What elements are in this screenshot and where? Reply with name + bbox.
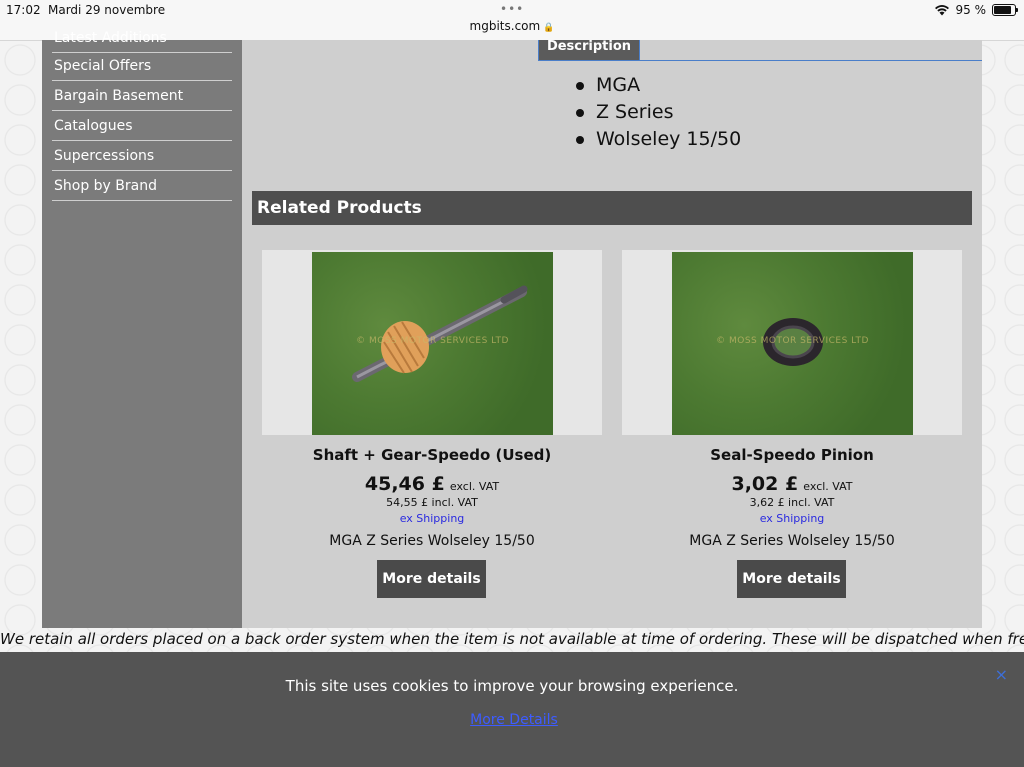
sidebar-item-special-offers[interactable]: Special Offers xyxy=(52,52,232,81)
cookie-more-details-link[interactable]: More Details xyxy=(0,712,1024,728)
product-models: MGA Z Series Wolseley 15/50 xyxy=(689,533,895,549)
price-incl-vat: 3,62 £ incl. VAT xyxy=(749,496,835,509)
product-price: 45,46 £ excl. VAT xyxy=(262,473,602,495)
product-photo: © MOSS MOTOR SERVICES LTD xyxy=(672,252,913,435)
battery-percent: 95 % xyxy=(955,3,987,17)
product-image-seal-pinion[interactable]: © MOSS MOTOR SERVICES LTD xyxy=(622,250,962,435)
product-photo: © MOSS MOTOR SERVICES LTD xyxy=(312,252,553,435)
price-value: 3,02 £ xyxy=(731,473,799,495)
product-price: 3,02 £ excl. VAT xyxy=(622,473,962,495)
product-title[interactable]: Shaft + Gear-Speedo (Used) xyxy=(262,446,602,464)
price-incl-vat: 54,55 £ incl. VAT xyxy=(386,496,478,509)
sidebar-item-catalogues[interactable]: Catalogues xyxy=(52,112,232,141)
close-icon[interactable]: × xyxy=(995,665,1008,684)
url-text: mgbits.com xyxy=(469,19,541,33)
wifi-icon xyxy=(934,4,950,16)
watermark-text: © MOSS MOTOR SERVICES LTD xyxy=(356,336,509,346)
sidebar-item-latest-additions[interactable]: Latest Additions xyxy=(52,24,232,53)
product-title[interactable]: Seal-Speedo Pinion xyxy=(622,446,962,464)
cookie-message: This site uses cookies to improve your b… xyxy=(285,677,739,695)
status-time: 17:02 xyxy=(6,3,41,17)
more-dots-icon[interactable]: ••• xyxy=(500,2,524,16)
shipping-link[interactable]: ex Shipping xyxy=(262,512,602,525)
tab-underline xyxy=(540,60,982,61)
price-suffix: excl. VAT xyxy=(803,480,853,493)
cookie-banner: This site uses cookies to improve your b… xyxy=(0,652,1024,767)
watermark-text: © MOSS MOTOR SERVICES LTD xyxy=(716,336,869,346)
shipping-link[interactable]: ex Shipping xyxy=(622,512,962,525)
product-image-shaft-gear[interactable]: © MOSS MOTOR SERVICES LTD xyxy=(262,250,602,435)
product-models: MGA Z Series Wolseley 15/50 xyxy=(329,533,535,549)
lock-icon: 🔒 xyxy=(543,23,555,33)
battery-icon xyxy=(992,4,1018,16)
sidebar: Latest Additions Special Offers Bargain … xyxy=(42,30,242,628)
back-order-notice: We retain all orders placed on a back or… xyxy=(0,630,1024,648)
list-item: MGA xyxy=(576,72,741,99)
tab-description[interactable]: Description xyxy=(538,40,640,61)
sidebar-item-supercessions[interactable]: Supercessions xyxy=(52,142,232,171)
sidebar-item-shop-by-brand[interactable]: Shop by Brand xyxy=(52,172,232,201)
price-value: 45,46 £ xyxy=(364,473,445,495)
status-date: Mardi 29 novembre xyxy=(48,3,166,17)
more-details-button[interactable]: More details xyxy=(737,560,846,598)
price-suffix: excl. VAT xyxy=(449,480,500,493)
sidebar-item-bargain-basement[interactable]: Bargain Basement xyxy=(52,82,232,111)
related-products-heading: Related Products xyxy=(252,191,972,225)
list-item: Wolseley 15/50 xyxy=(576,126,741,153)
list-item: Z Series xyxy=(576,99,741,126)
more-details-button[interactable]: More details xyxy=(377,560,486,598)
compatibility-list: MGA Z Series Wolseley 15/50 xyxy=(576,72,741,153)
